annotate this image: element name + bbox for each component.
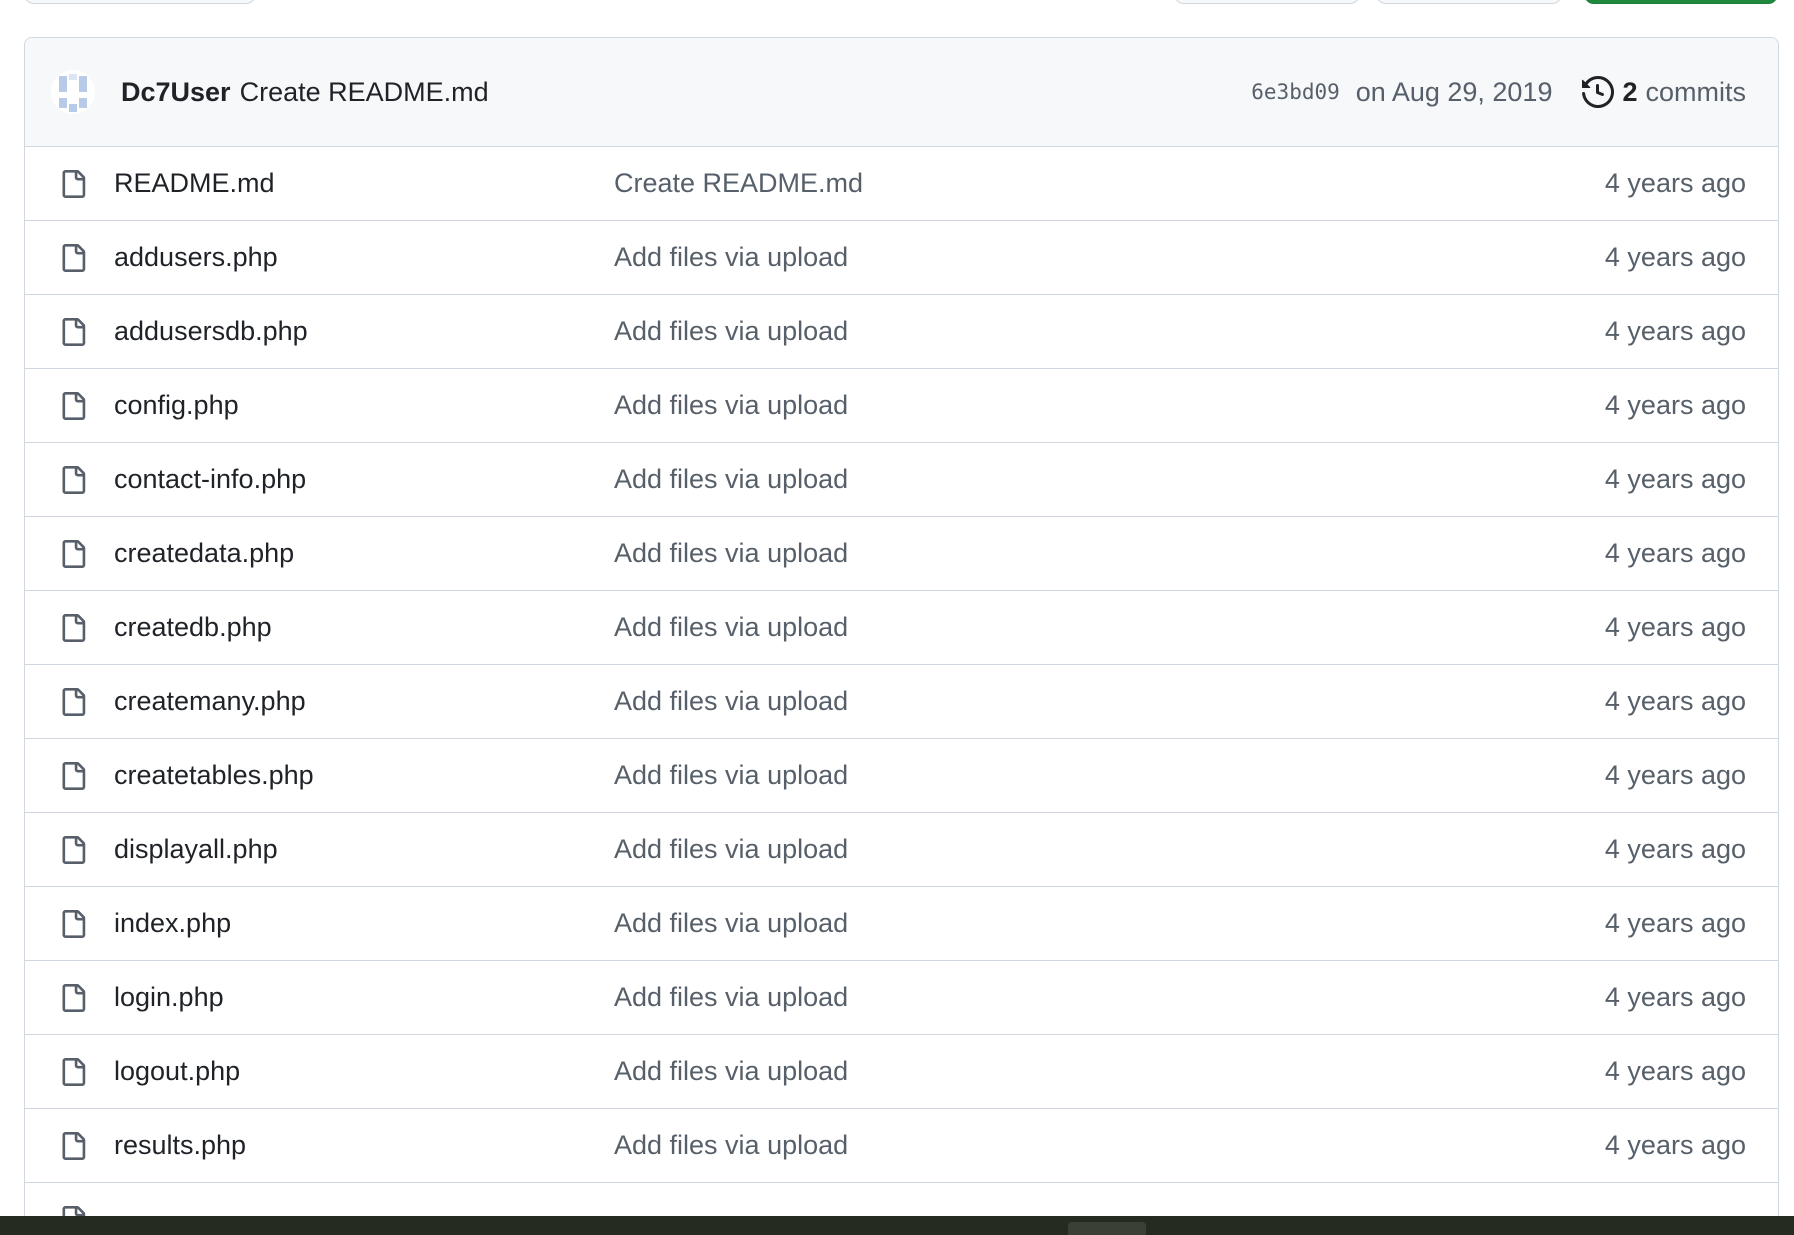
file-commit-message-link[interactable]: Add files via upload	[614, 982, 848, 1013]
file-commit-message-link[interactable]: Add files via upload	[614, 612, 848, 643]
file-age: 4 years ago	[1604, 316, 1746, 346]
file-age: 4 years ago	[1604, 390, 1746, 420]
history-icon	[1582, 76, 1615, 108]
file-age: 4 years ago	[1604, 760, 1746, 790]
go-to-file-button[interactable]	[1174, 0, 1360, 4]
file-commit-message-link[interactable]: Add files via upload	[614, 390, 848, 421]
file-row[interactable]: index.php Add files via upload 4 years a…	[25, 887, 1778, 961]
file-commit-message-link[interactable]: Add files via upload	[614, 242, 848, 273]
file-row[interactable]: createtables.php Add files via upload 4 …	[25, 739, 1778, 813]
code-button[interactable]	[1584, 0, 1778, 4]
file-icon	[62, 391, 86, 420]
file-commit-message-link[interactable]: Add files via upload	[614, 538, 848, 569]
file-row[interactable]: config.php Add files via upload 4 years …	[25, 369, 1778, 443]
commit-date: on Aug 29, 2019	[1355, 76, 1553, 107]
file-age: 4 years ago	[1604, 686, 1746, 716]
file-icon	[62, 613, 86, 642]
commit-author-link[interactable]: Dc7User	[121, 77, 231, 108]
commit-count: 2	[1622, 76, 1638, 107]
file-icon	[62, 1131, 86, 1160]
file-row[interactable]: results.php Add files via upload 4 years…	[25, 1109, 1778, 1183]
file-age: 4 years ago	[1604, 242, 1746, 272]
commit-history-link[interactable]: 2 commits	[1582, 76, 1746, 108]
file-row[interactable]: displayall.php Add files via upload 4 ye…	[25, 813, 1778, 887]
file-age: 4 years ago	[1604, 464, 1746, 494]
file-age: 4 years ago	[1604, 1130, 1746, 1160]
file-commit-message-link[interactable]: Add files via upload	[614, 686, 848, 717]
branch-select-button[interactable]	[24, 0, 256, 4]
file-age: 4 years ago	[1604, 168, 1746, 198]
file-name-link[interactable]: createdb.php	[114, 612, 614, 643]
file-age: 4 years ago	[1604, 538, 1746, 568]
os-taskbar	[0, 1216, 1794, 1235]
file-row[interactable]: login.php Add files via upload 4 years a…	[25, 961, 1778, 1035]
file-age: 4 years ago	[1604, 612, 1746, 642]
file-icon	[62, 761, 86, 790]
file-row[interactable]: addusersdb.php Add files via upload 4 ye…	[25, 295, 1778, 369]
file-age: 4 years ago	[1604, 908, 1746, 938]
file-name-link[interactable]: createdata.php	[114, 538, 614, 569]
file-commit-message-link[interactable]: Add files via upload	[614, 760, 848, 791]
file-name-link[interactable]: createmany.php	[114, 686, 614, 717]
file-icon	[62, 465, 86, 494]
file-age: 4 years ago	[1604, 982, 1746, 1012]
file-icon	[62, 983, 86, 1012]
file-commit-message-link[interactable]: Add files via upload	[614, 834, 848, 865]
file-name-link[interactable]: contact-info.php	[114, 464, 614, 495]
latest-commit-header: Dc7User Create README.md 6e3bd09 on Aug …	[25, 38, 1778, 147]
file-name-link[interactable]: addusers.php	[114, 242, 614, 273]
file-name-link[interactable]: createtables.php	[114, 760, 614, 791]
file-name-link[interactable]: config.php	[114, 390, 614, 421]
file-row[interactable]: logout.php Add files via upload 4 years …	[25, 1035, 1778, 1109]
file-commit-message-link[interactable]: Add files via upload	[614, 1056, 848, 1087]
file-name-link[interactable]: logout.php	[114, 1056, 614, 1087]
commit-sha-link[interactable]: 6e3bd09	[1251, 80, 1340, 104]
file-row[interactable]: contact-info.php Add files via upload 4 …	[25, 443, 1778, 517]
file-rows: README.md Create README.md 4 years ago a…	[25, 147, 1778, 1235]
file-icon	[62, 243, 86, 272]
file-commit-message-link[interactable]: Add files via upload	[614, 464, 848, 495]
file-icon	[62, 317, 86, 346]
file-name-link[interactable]: displayall.php	[114, 834, 614, 865]
file-icon	[62, 835, 86, 864]
file-commit-message-link[interactable]: Create README.md	[614, 168, 863, 199]
commit-message-link[interactable]: Create README.md	[240, 77, 489, 108]
file-icon	[62, 539, 86, 568]
file-icon	[62, 1057, 86, 1086]
file-age: 4 years ago	[1604, 1056, 1746, 1086]
add-file-button[interactable]	[1376, 0, 1562, 4]
file-commit-message-link[interactable]: Add files via upload	[614, 316, 848, 347]
file-row[interactable]: createdata.php Add files via upload 4 ye…	[25, 517, 1778, 591]
file-commit-message-link[interactable]: Add files via upload	[614, 1130, 848, 1161]
file-row[interactable]: addusers.php Add files via upload 4 year…	[25, 221, 1778, 295]
file-name-link[interactable]: README.md	[114, 168, 614, 199]
file-commit-message-link[interactable]: Add files via upload	[614, 908, 848, 939]
file-name-link[interactable]: results.php	[114, 1130, 614, 1161]
file-age: 4 years ago	[1604, 834, 1746, 864]
commits-label: commits	[1645, 76, 1747, 107]
file-icon	[62, 687, 86, 716]
file-row[interactable]: README.md Create README.md 4 years ago	[25, 147, 1778, 221]
file-name-link[interactable]: addusersdb.php	[114, 316, 614, 347]
file-name-link[interactable]: login.php	[114, 982, 614, 1013]
file-list-box: Dc7User Create README.md 6e3bd09 on Aug …	[24, 37, 1779, 1235]
file-icon	[62, 169, 86, 198]
repo-file-browser: Dc7User Create README.md 6e3bd09 on Aug …	[0, 0, 1794, 1235]
author-avatar[interactable]	[51, 70, 95, 114]
file-row[interactable]: createdb.php Add files via upload 4 year…	[25, 591, 1778, 665]
file-row[interactable]: createmany.php Add files via upload 4 ye…	[25, 665, 1778, 739]
file-name-link[interactable]: index.php	[114, 908, 614, 939]
file-icon	[62, 909, 86, 938]
taskbar-app-tab[interactable]	[1068, 1222, 1146, 1235]
